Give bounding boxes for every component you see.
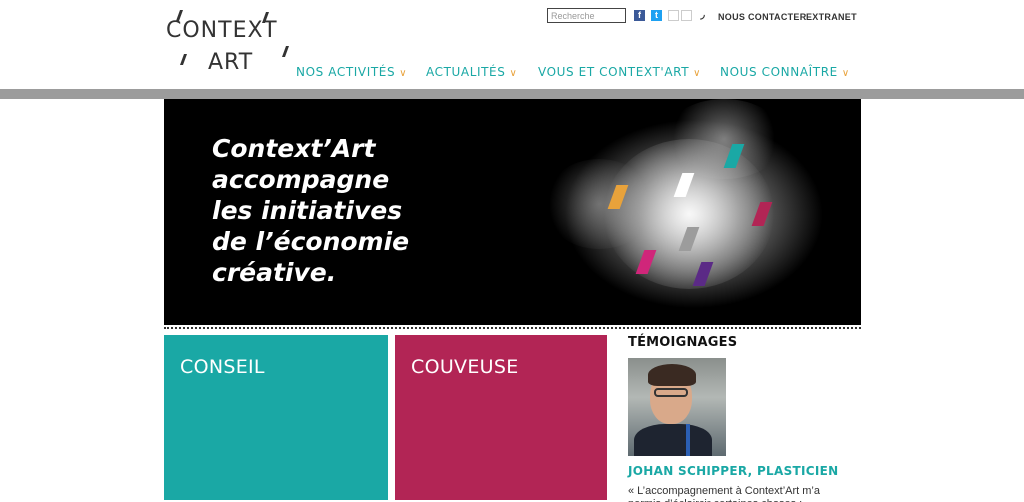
- testimonial-photo[interactable]: [628, 358, 726, 456]
- card-title: COUVEUSE: [411, 356, 519, 378]
- logo-line-context: CONTEXT: [166, 18, 278, 43]
- chevron-down-icon: ∨: [509, 68, 518, 79]
- contact-link[interactable]: NOUS CONTACTER: [718, 12, 807, 22]
- hero-line: accompagne: [212, 165, 390, 194]
- nav-item-vous-et-context-art[interactable]: VOUS ET CONTEXT'ART ∨: [538, 65, 701, 81]
- dotted-divider: [164, 327, 861, 330]
- chevron-down-icon: ∨: [399, 68, 408, 79]
- hero-line: les initiatives: [212, 196, 403, 225]
- twitter-icon[interactable]: t: [651, 10, 662, 21]
- rss-icon[interactable]: ◞: [697, 10, 708, 21]
- nav-item-nous-connaitre[interactable]: NOUS CONNAÎTRE ∨: [720, 65, 850, 81]
- logo-stroke: [179, 54, 188, 65]
- nav-item-label: ACTUALITÉS: [426, 65, 506, 79]
- testimonials-heading: TÉMOIGNAGES: [628, 335, 738, 350]
- nav-item-label: NOS ACTIVITÉS: [296, 65, 396, 79]
- google-plus-icon[interactable]: [668, 10, 679, 21]
- linkedin-icon[interactable]: [681, 10, 692, 21]
- card-title: CONSEIL: [180, 356, 265, 378]
- hero-line: créative.: [212, 258, 337, 287]
- couveuse-card[interactable]: COUVEUSE: [395, 335, 607, 500]
- logo-line-art: ART: [208, 50, 254, 75]
- nav-item-nos-activites[interactable]: NOS ACTIVITÉS ∨: [296, 65, 407, 81]
- extranet-link[interactable]: EXTRANET: [806, 12, 857, 22]
- hero-line: Context’Art: [212, 134, 376, 163]
- hero-headline: Context’Art accompagne les initiatives d…: [212, 133, 472, 288]
- chevron-down-icon: ∨: [693, 68, 702, 79]
- facebook-icon[interactable]: f: [634, 10, 645, 21]
- testimonial-author-link[interactable]: JOHAN SCHIPPER, PLASTICIEN: [628, 464, 839, 478]
- search-input[interactable]: [547, 8, 626, 23]
- nav-item-actualites[interactable]: ACTUALITÉS ∨: [426, 65, 517, 81]
- nav-item-label: NOUS CONNAÎTRE: [720, 65, 838, 79]
- conseil-card[interactable]: CONSEIL: [164, 335, 388, 500]
- hero-line: de l’économie: [212, 227, 410, 256]
- hero-banner[interactable]: Context’Art accompagne les initiatives d…: [164, 99, 861, 325]
- testimonial-quote: « L’accompagnement à Context’Art m’a per…: [628, 485, 820, 502]
- chevron-down-icon: ∨: [841, 68, 850, 79]
- logo-stroke: [281, 46, 290, 57]
- site-header: CONTEXT ART f t ◞ NOUS CONTACTER EXTRANE…: [0, 0, 1024, 89]
- context-art-logo[interactable]: CONTEXT ART: [164, 10, 294, 80]
- nav-item-label: VOUS ET CONTEXT'ART: [538, 65, 690, 79]
- header-divider-bar: [0, 89, 1024, 99]
